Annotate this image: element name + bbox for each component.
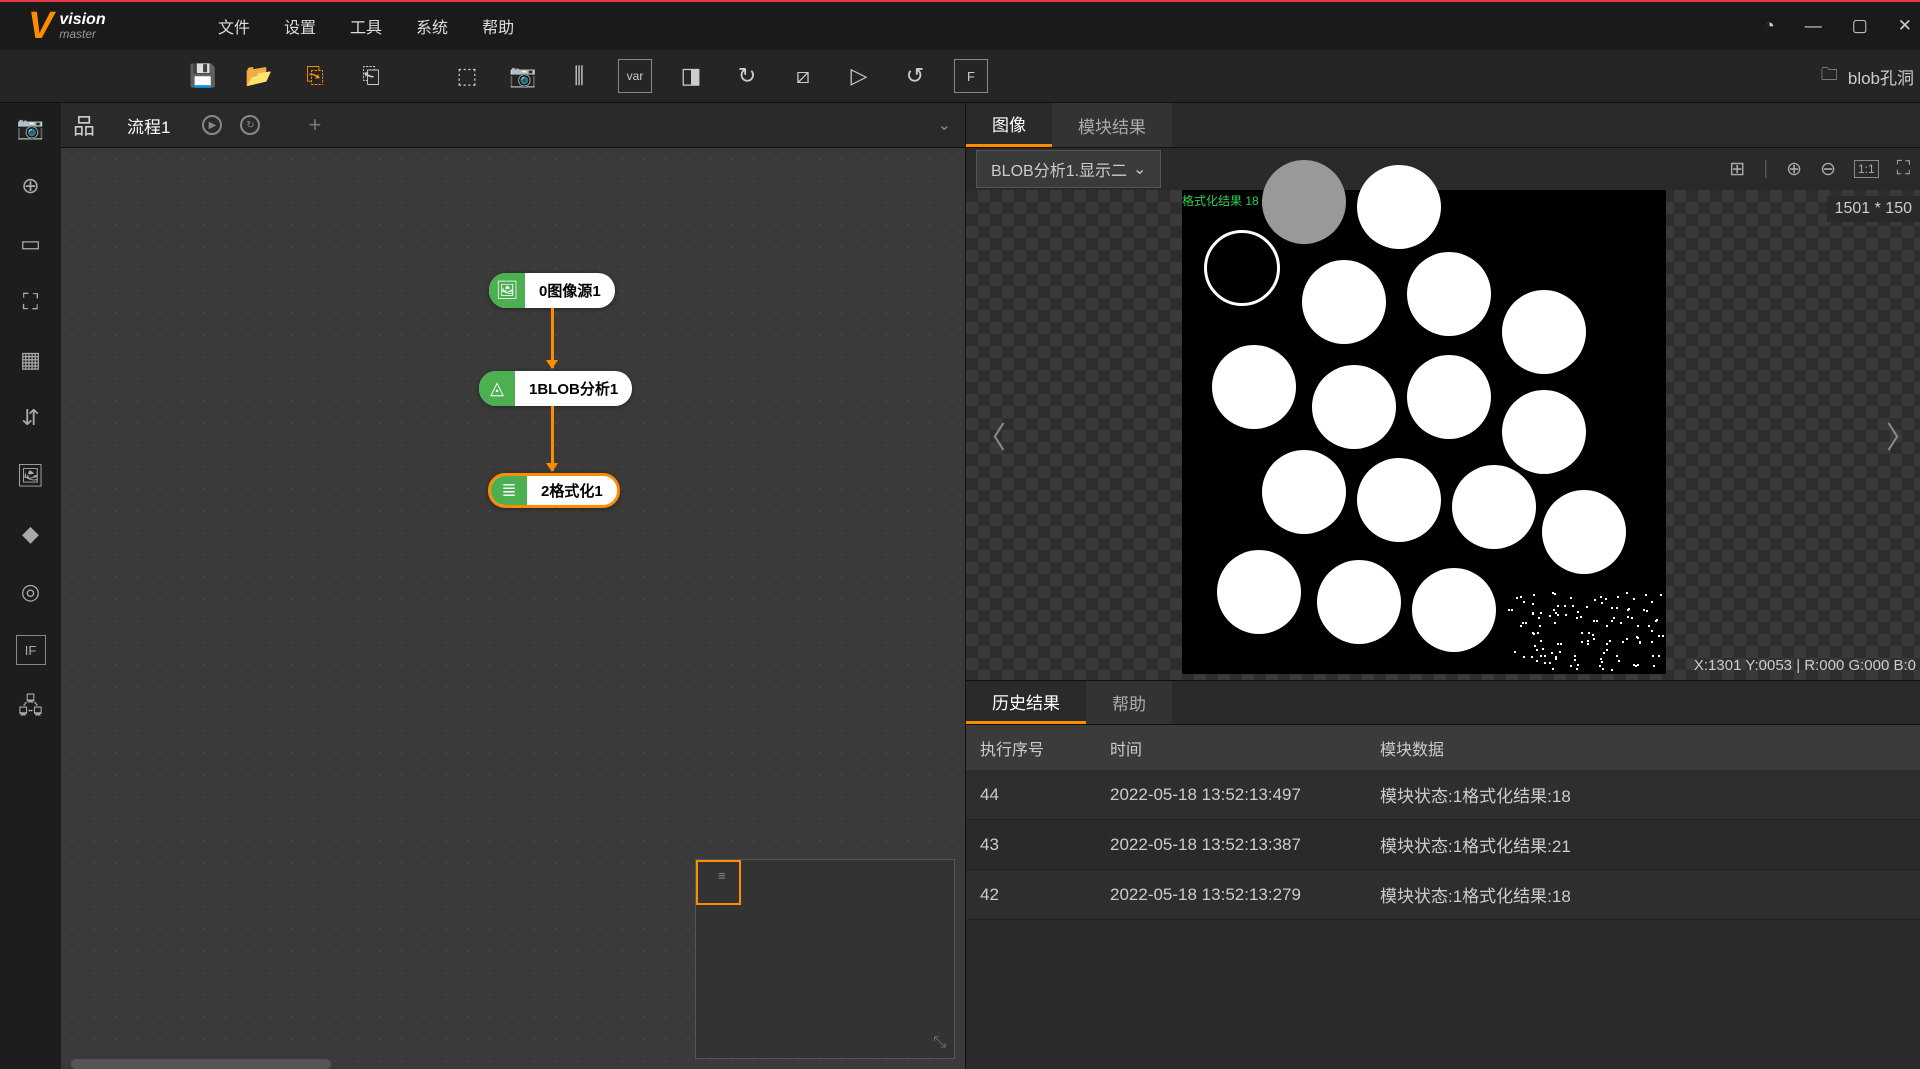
tool-rect-icon[interactable]: ▭	[16, 229, 46, 259]
tool-network-icon[interactable]: 🖧	[16, 693, 46, 723]
process-tree-icon[interactable]: 品	[73, 109, 95, 141]
resize-handle-icon[interactable]: ⤡	[933, 1034, 946, 1052]
minimap-viewport[interactable]: ≡	[696, 860, 741, 905]
image-node-icon: 🖼	[489, 273, 525, 308]
horizontal-scrollbar[interactable]	[71, 1059, 331, 1069]
tab-module-result[interactable]: 模块结果	[1052, 103, 1172, 147]
tool-pixel-icon[interactable]: ▦	[16, 345, 46, 375]
camera-icon[interactable]: 📷	[506, 59, 540, 93]
flow-tab-1[interactable]: 流程1	[113, 113, 184, 138]
code-icon[interactable]: ⧄	[786, 59, 820, 93]
save-icon[interactable]: 💾	[186, 59, 220, 93]
run-loop-button[interactable]: ↻	[240, 115, 260, 135]
tab-history[interactable]: 历史结果	[966, 681, 1086, 724]
tool-gauge-icon[interactable]: ◎	[16, 577, 46, 607]
cursor-coordinates: X:1301 Y:0053 | R:000 G:000 B:0	[1694, 657, 1916, 674]
fullscreen-icon[interactable]: ⛶	[1897, 158, 1910, 180]
blob-result-image	[1182, 190, 1666, 674]
tool-target-icon[interactable]: ⊕	[16, 171, 46, 201]
form-icon[interactable]: F	[954, 59, 988, 93]
right-panel: 图像 模块结果 BLOB分析1.显示二⌄ ⊞ | ⊕ ⊖ 1:1 ⛶ 〈 〉 格…	[965, 103, 1920, 1069]
image-dimensions: 1501 * 150	[1827, 196, 1920, 222]
node-format[interactable]: ≣ 2格式化1	[488, 473, 620, 508]
add-flow-button[interactable]: +	[308, 112, 321, 138]
node-image-source[interactable]: 🖼 0图像源1	[489, 273, 615, 308]
flow-connector	[551, 308, 554, 368]
image-viewport[interactable]: 〈 〉 格式化结果 18 1501 * 150 X:1301 Y:0053 | …	[966, 190, 1920, 680]
left-toolbox: 📷 ⊕ ▭ ⛶ ▦ ⇵ 🖼 ◆ ◎ IF 🖧	[0, 103, 61, 1069]
menu-system[interactable]: 系统	[416, 14, 448, 38]
format-node-icon: ≣	[491, 476, 527, 505]
menu-tools[interactable]: 工具	[350, 14, 382, 38]
logo-mark-icon	[28, 5, 53, 48]
minimap[interactable]: ≡ ⤡	[695, 859, 955, 1059]
project-name[interactable]: 🗀 blob孔洞	[1821, 62, 1920, 91]
tool-measure-icon[interactable]: ⇵	[16, 403, 46, 433]
tool-crop-icon[interactable]: ⛶	[16, 287, 46, 317]
brand-bottom: master	[59, 28, 105, 40]
bottom-tabs: 历史结果 帮助	[966, 680, 1920, 725]
blob-node-icon: ◬	[479, 371, 515, 406]
fit-icon[interactable]: 1:1	[1854, 160, 1879, 178]
chevron-down-icon: ⌄	[1133, 159, 1146, 179]
table-row[interactable]: 422022-05-18 13:52:13:279模块状态:1格式化结果:18	[966, 870, 1920, 920]
table-row[interactable]: 432022-05-18 13:52:13:387模块状态:1格式化结果:21	[966, 820, 1920, 870]
menu-help[interactable]: 帮助	[482, 14, 514, 38]
flow-connector	[551, 406, 554, 471]
loop-icon[interactable]: ↺	[898, 59, 932, 93]
flow-dropdown-icon[interactable]: ⌄	[938, 115, 951, 135]
tab-image[interactable]: 图像	[966, 103, 1052, 147]
zoom-out-icon[interactable]: ⊖	[1820, 158, 1836, 181]
node-blob-analysis[interactable]: ◬ 1BLOB分析1	[479, 371, 632, 406]
status-icon[interactable]: ◔	[1764, 16, 1774, 36]
menu-file[interactable]: 文件	[218, 14, 250, 38]
history-table-body: 442022-05-18 13:52:13:497模块状态:1格式化结果:184…	[966, 770, 1920, 920]
tool-image-icon[interactable]: 🖼	[16, 461, 46, 491]
col-data: 模块数据	[1366, 725, 1920, 770]
open-icon[interactable]: 📂	[242, 59, 276, 93]
close-button[interactable]: ✕	[1898, 16, 1912, 36]
layout-icon[interactable]: ◨	[674, 59, 708, 93]
zoom-in-icon[interactable]: ⊕	[1786, 158, 1802, 181]
grid-icon[interactable]: ⊞	[1729, 158, 1745, 181]
folder-icon: 🗀	[1821, 62, 1838, 91]
main-toolbar: 💾 📂 ⎘ ⎗ ⬚ 📷 ⫼ var ◨ ↻ ⧄ ▷ ↺ F 🗀 blob孔洞	[0, 50, 1920, 103]
tab-help[interactable]: 帮助	[1086, 681, 1172, 724]
flow-canvas[interactable]: 🖼 0图像源1 ◬ 1BLOB分析1 ≣ 2格式化1 ≡ ⤡	[61, 148, 965, 1069]
window-controls: ◔ — ▢ ✕	[1764, 16, 1912, 36]
menu-settings[interactable]: 设置	[284, 14, 316, 38]
history-table-header: 执行序号 时间 模块数据	[966, 725, 1920, 770]
image-toolbar: BLOB分析1.显示二⌄ ⊞ | ⊕ ⊖ 1:1 ⛶	[966, 148, 1920, 190]
export-icon[interactable]: ⎘	[298, 59, 332, 93]
table-row[interactable]: 442022-05-18 13:52:13:497模块状态:1格式化结果:18	[966, 770, 1920, 820]
flow-area: 品 流程1 ▶ ↻ + ⌄ 🖼 0图像源1 ◬ 1BLOB分析1 ≣ 2格式化1	[61, 103, 965, 1069]
next-image-button[interactable]: 〉	[1886, 413, 1916, 457]
col-sequence: 执行序号	[966, 725, 1096, 770]
maximize-button[interactable]: ▢	[1852, 16, 1868, 36]
run-once-button[interactable]: ▶	[202, 115, 222, 135]
result-label: 格式化结果 18	[1182, 192, 1259, 209]
play-icon[interactable]: ▷	[842, 59, 876, 93]
import-icon[interactable]: ⎗	[354, 59, 388, 93]
app-logo: vision master	[8, 5, 178, 48]
minimize-button[interactable]: —	[1805, 16, 1822, 36]
slider-icon[interactable]: ⫼	[562, 59, 596, 93]
result-tabs: 图像 模块结果	[966, 103, 1920, 148]
flow-tabs: 品 流程1 ▶ ↻ + ⌄	[61, 103, 965, 148]
image-source-selector[interactable]: BLOB分析1.显示二⌄	[976, 150, 1161, 188]
prev-image-button[interactable]: 〈	[976, 413, 1006, 457]
lock-icon[interactable]: ⬚	[450, 59, 484, 93]
titlebar: vision master 文件 设置 工具 系统 帮助 ◔ — ▢ ✕	[0, 2, 1920, 50]
var-icon[interactable]: var	[618, 59, 652, 93]
refresh-icon[interactable]: ↻	[730, 59, 764, 93]
main-menu: 文件 设置 工具 系统 帮助	[218, 14, 514, 38]
brand-top: vision	[59, 12, 105, 28]
tool-camera-icon[interactable]: 📷	[16, 113, 46, 143]
tool-fill-icon[interactable]: ◆	[16, 519, 46, 549]
col-time: 时间	[1096, 725, 1366, 770]
tool-if-icon[interactable]: IF	[16, 635, 46, 665]
